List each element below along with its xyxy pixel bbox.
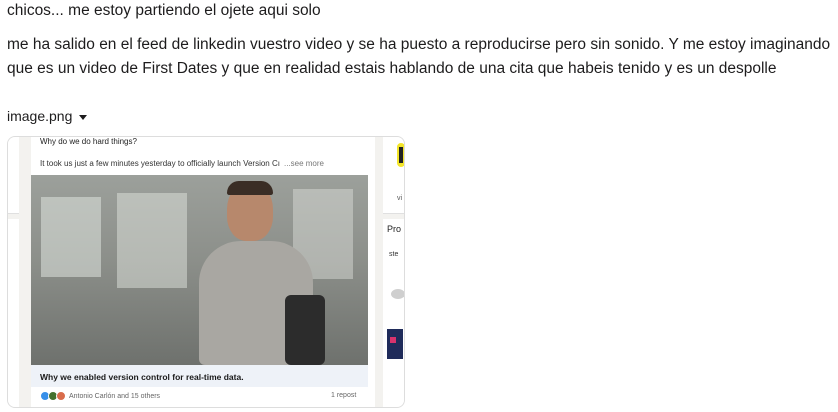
reactions-summary: Antonio Carlón and 15 others bbox=[40, 391, 160, 401]
see-more-link: ...see more bbox=[283, 159, 324, 168]
video-frame bbox=[31, 175, 368, 365]
message-line-1: chicos... me estoy partiendo el ojete aq… bbox=[7, 2, 321, 19]
thumbnail-icon bbox=[391, 289, 404, 299]
linkedin-post: Why do we do hard things? It took us jus… bbox=[31, 137, 375, 407]
support-reaction-icon bbox=[56, 391, 66, 401]
attachment-toggle[interactable]: image.png bbox=[7, 108, 88, 124]
post-body-preview: It took us just a few minutes yesterday … bbox=[40, 159, 324, 168]
video-caption: Why we enabled version control for real-… bbox=[40, 372, 244, 382]
feed-right-panel: vi Pro ste bbox=[383, 137, 404, 407]
caret-down-icon bbox=[79, 114, 88, 120]
post-body-text: It took us just a few minutes yesterday … bbox=[40, 159, 280, 168]
message-line-2: me ha salido en el feed de linkedin vues… bbox=[7, 36, 831, 77]
reposts-count: 1 repost bbox=[331, 392, 357, 399]
post-heading: Why do we do hard things? bbox=[40, 137, 137, 146]
attachment-file-name: image.png bbox=[7, 108, 73, 124]
video-caption-bar: Why we enabled version control for real-… bbox=[31, 365, 368, 387]
feed-left-panel bbox=[8, 137, 19, 407]
thumbnail-icon bbox=[387, 329, 403, 359]
pause-icon bbox=[397, 143, 404, 167]
image-attachment[interactable]: Why do we do hard things? It took us jus… bbox=[7, 136, 405, 408]
reactions-text: Antonio Carlón and 15 others bbox=[69, 392, 161, 400]
